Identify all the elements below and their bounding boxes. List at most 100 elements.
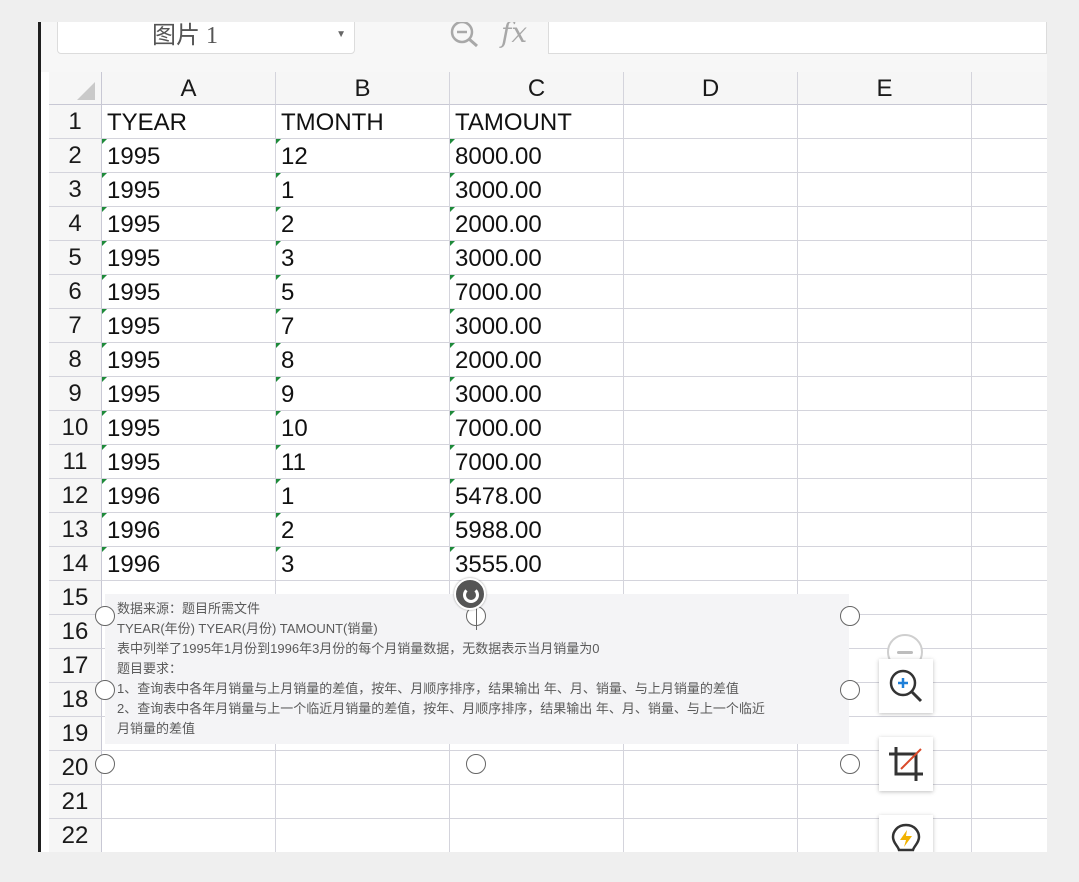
grid-cell[interactable]: 7 — [276, 309, 450, 343]
grid-cell[interactable] — [798, 309, 972, 343]
grid-cell[interactable] — [798, 377, 972, 411]
grid-cell[interactable] — [624, 105, 798, 139]
grid-cell[interactable] — [972, 309, 1047, 343]
grid-cell[interactable]: 12 — [276, 139, 450, 173]
grid-cell[interactable] — [102, 785, 276, 819]
row-header[interactable]: 14 — [49, 547, 102, 581]
resize-handle-bottom-right[interactable] — [840, 754, 860, 774]
grid-cell[interactable] — [798, 479, 972, 513]
grid-cell[interactable] — [972, 139, 1047, 173]
row-header[interactable]: 6 — [49, 275, 102, 309]
grid-cell[interactable]: 1995 — [102, 275, 276, 309]
grid-cell[interactable] — [798, 173, 972, 207]
grid-cell[interactable] — [972, 411, 1047, 445]
row-header[interactable]: 1 — [49, 105, 102, 139]
grid-cell[interactable]: 5 — [276, 275, 450, 309]
grid-cell[interactable] — [798, 139, 972, 173]
row-header[interactable]: 11 — [49, 445, 102, 479]
row-header[interactable]: 16 — [49, 615, 102, 649]
grid-cell[interactable]: 1995 — [102, 173, 276, 207]
grid-cell[interactable]: 11 — [276, 445, 450, 479]
grid-cell[interactable] — [102, 751, 276, 785]
row-header[interactable]: 5 — [49, 241, 102, 275]
resize-handle-top-right[interactable] — [840, 606, 860, 626]
grid-cell[interactable]: 3 — [276, 547, 450, 581]
grid-cell[interactable] — [972, 547, 1047, 581]
grid-cell[interactable] — [624, 207, 798, 241]
grid-cell[interactable]: 3555.00 — [450, 547, 624, 581]
grid-cell[interactable] — [276, 751, 450, 785]
grid-cell[interactable]: 1995 — [102, 309, 276, 343]
grid-cell[interactable] — [450, 785, 624, 819]
grid-cell[interactable] — [276, 819, 450, 852]
grid-cell[interactable] — [624, 275, 798, 309]
row-header[interactable]: 22 — [49, 819, 102, 852]
grid-cell[interactable] — [798, 513, 972, 547]
grid-cell[interactable] — [972, 615, 1047, 649]
column-header-c[interactable]: C — [450, 72, 624, 105]
grid-cell[interactable] — [972, 479, 1047, 513]
grid-cell[interactable] — [972, 785, 1047, 819]
row-header[interactable]: 10 — [49, 411, 102, 445]
row-header[interactable]: 12 — [49, 479, 102, 513]
grid-cell[interactable] — [972, 173, 1047, 207]
grid-cell[interactable]: 2 — [276, 513, 450, 547]
grid-cell[interactable] — [972, 751, 1047, 785]
grid-cell[interactable] — [798, 547, 972, 581]
grid-cell[interactable]: 3000.00 — [450, 173, 624, 207]
row-header[interactable]: 7 — [49, 309, 102, 343]
chevron-down-icon[interactable]: ▼ — [336, 22, 346, 50]
row-header[interactable]: 17 — [49, 649, 102, 683]
resize-handle-left[interactable] — [95, 680, 115, 700]
grid-cell[interactable] — [624, 785, 798, 819]
grid-cell[interactable]: 8000.00 — [450, 139, 624, 173]
grid-cell[interactable] — [972, 207, 1047, 241]
grid-cell[interactable] — [450, 819, 624, 852]
grid-cell[interactable]: 7000.00 — [450, 275, 624, 309]
grid-cell[interactable]: 5988.00 — [450, 513, 624, 547]
grid-cell[interactable] — [624, 377, 798, 411]
grid-cell[interactable] — [624, 309, 798, 343]
grid-cell[interactable] — [972, 241, 1047, 275]
name-box[interactable]: 图片 1 ▼ — [57, 22, 355, 54]
grid-cell[interactable] — [972, 717, 1047, 751]
column-header-e[interactable]: E — [798, 72, 972, 105]
grid-cell[interactable] — [276, 785, 450, 819]
grid-cell[interactable]: 3000.00 — [450, 241, 624, 275]
grid-cell[interactable]: 2 — [276, 207, 450, 241]
column-header-b[interactable]: B — [276, 72, 450, 105]
grid-cell[interactable]: 8 — [276, 343, 450, 377]
grid-cell[interactable]: 5478.00 — [450, 479, 624, 513]
grid-cell[interactable] — [624, 479, 798, 513]
grid-cell[interactable] — [624, 751, 798, 785]
row-header[interactable]: 21 — [49, 785, 102, 819]
resize-handle-bottom[interactable] — [466, 754, 486, 774]
row-header[interactable]: 9 — [49, 377, 102, 411]
row-header[interactable]: 8 — [49, 343, 102, 377]
grid-cell[interactable] — [624, 411, 798, 445]
grid-cell[interactable] — [624, 343, 798, 377]
fx-label[interactable]: fx — [501, 22, 527, 49]
grid-cell[interactable] — [972, 513, 1047, 547]
grid-cell[interactable] — [624, 547, 798, 581]
grid-cell[interactable] — [624, 173, 798, 207]
grid-cell[interactable]: 1996 — [102, 547, 276, 581]
grid-cell[interactable]: TMONTH — [276, 105, 450, 139]
grid-cell[interactable] — [798, 343, 972, 377]
crop-picture-button[interactable] — [879, 737, 933, 791]
select-all-corner[interactable] — [49, 72, 102, 105]
grid-cell[interactable]: 1995 — [102, 343, 276, 377]
grid-cell[interactable] — [972, 819, 1047, 852]
grid-cell[interactable]: 1995 — [102, 139, 276, 173]
grid-cell[interactable] — [972, 105, 1047, 139]
grid-cell[interactable]: 10 — [276, 411, 450, 445]
grid-cell[interactable]: 1995 — [102, 377, 276, 411]
column-header-a[interactable]: A — [102, 72, 276, 105]
grid-cell[interactable] — [798, 241, 972, 275]
grid-cell[interactable]: 1995 — [102, 411, 276, 445]
zoom-out-icon[interactable] — [447, 22, 483, 52]
smart-tools-button[interactable] — [879, 815, 933, 852]
grid-cell[interactable] — [972, 377, 1047, 411]
grid-cell[interactable] — [798, 275, 972, 309]
formula-input[interactable] — [548, 22, 1047, 54]
